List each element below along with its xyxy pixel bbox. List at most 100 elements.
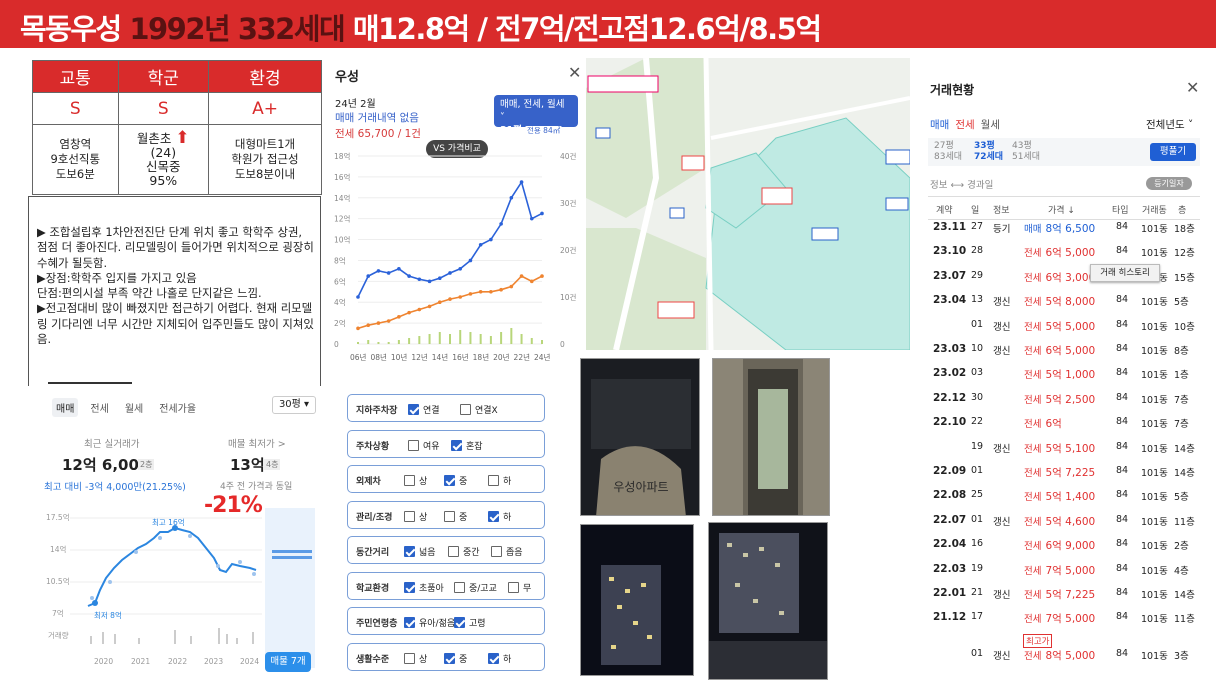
transaction-row[interactable]: 22.12 30 84 101동 7층 전세 5억 2,500 — [928, 387, 1200, 411]
tab-jeonse[interactable]: 전세 — [955, 117, 974, 132]
checklist-option[interactable]: 무 — [508, 581, 531, 594]
tab-sale[interactable]: 매매 — [52, 398, 79, 417]
checklist-option[interactable]: 상 — [404, 652, 427, 665]
transaction-row[interactable]: 21.12 17 84 101동 11층 전세 7억 5,000 — [928, 606, 1200, 630]
data-point — [417, 307, 422, 312]
checklist-option[interactable]: 초품아 — [404, 581, 444, 594]
note-line: 단점:편의시설 부족 약간 나홀로 단지같은 느낌. — [37, 286, 262, 301]
checkbox[interactable] — [508, 581, 519, 593]
transaction-row[interactable]: 22.04 16 84 101동 2층 전세 6억 9,000 — [928, 533, 1200, 557]
pyeong-option[interactable]: 43평 51세대 — [1012, 141, 1040, 163]
transactions-title: 거래현황 — [930, 83, 975, 97]
cell-dong: 101동 — [1141, 468, 1168, 479]
close-icon[interactable]: ✕ — [1186, 78, 1199, 97]
recent-price-label: 최근 실거래가 — [84, 439, 140, 450]
checkbox[interactable] — [408, 439, 419, 451]
trade-type-button[interactable]: 매매, 전세, 월세 ˅ 31평 전용 84㎡ — [494, 95, 578, 136]
checklist-option[interactable]: 중 — [444, 652, 467, 665]
checkbox[interactable] — [491, 546, 502, 557]
cell-floor: 18층 — [1174, 224, 1195, 235]
transaction-row[interactable]: 22.10 22 84 101동 7층 전세 6억 — [928, 411, 1200, 435]
checklist-option[interactable]: 중 — [444, 510, 467, 523]
checkbox[interactable] — [404, 475, 415, 486]
checked-checkbox[interactable] — [488, 510, 499, 522]
min-listing-link[interactable]: 매물 최저가 > — [228, 436, 286, 450]
checklist-option[interactable]: 연결X — [460, 403, 498, 416]
transaction-row[interactable]: 23.02 03 84 101동 1층 전세 5억 1,000 — [928, 362, 1200, 386]
checklist-option[interactable]: 상 — [404, 510, 427, 523]
pyeong-select[interactable]: 30평 ▾ — [272, 396, 316, 414]
transaction-row[interactable]: 22.03 19 84 101동 4층 전세 7억 5,000 — [928, 558, 1200, 582]
transaction-row[interactable]: 22.01 21 갱신 84 101동 14층 전세 5억 7,225 — [928, 582, 1200, 606]
checklist-label: 주민연령층 — [356, 619, 398, 629]
data-point — [397, 267, 401, 271]
cell-price: 전세 5억 5,100 — [1024, 441, 1095, 456]
transaction-row[interactable]: 23.10 28 84 101동 12층 전세 6억 5,000 — [928, 240, 1200, 264]
checked-checkbox[interactable] — [451, 439, 462, 451]
transaction-row[interactable]: 19 갱신 84 101동 14층 전세 5억 5,100 — [928, 436, 1200, 460]
y-label: 14억 — [50, 545, 66, 554]
checklist-option[interactable]: 혼잡 — [451, 439, 483, 452]
transaction-row[interactable]: 22.07 01 갱신 84 101동 11층 전세 5억 4,600 — [928, 509, 1200, 533]
close-icon[interactable]: ✕ — [568, 63, 581, 82]
checklist-option[interactable]: 하 — [488, 474, 511, 487]
transaction-row[interactable]: 23.04 13 갱신 84 101동 5층 전세 5억 8,000 — [928, 289, 1200, 313]
cell-floor: 3층 — [1174, 650, 1189, 662]
data-point — [540, 211, 544, 216]
checked-checkbox[interactable] — [444, 475, 455, 486]
transaction-row[interactable]: 22.09 01 84 101동 14층 전세 5억 7,225 — [928, 460, 1200, 484]
cell-floor: 7층 — [1174, 419, 1189, 431]
checked-checkbox[interactable] — [404, 581, 415, 593]
info-toggle[interactable]: 정보 ⟷ 경과일 — [930, 177, 993, 191]
checkbox[interactable] — [404, 510, 415, 522]
checklist-option[interactable]: 여유 — [408, 439, 440, 452]
checklist-option[interactable]: 상 — [404, 474, 427, 487]
checklist-option[interactable]: 연결 — [408, 403, 440, 416]
tab-jeonse-ratio[interactable]: 전세가율 — [155, 398, 200, 417]
checked-checkbox[interactable] — [404, 617, 415, 628]
transaction-row[interactable]: 01 갱신 84 101동 3층 전세 8억 5,000 — [928, 631, 1200, 662]
cell-dong: 101동 — [1141, 590, 1168, 601]
checked-checkbox[interactable] — [454, 617, 465, 628]
transaction-row[interactable]: 23.11 27 등기 84 101동 18층 매매 8억 6,500 — [928, 216, 1200, 240]
checkbox[interactable] — [444, 510, 455, 522]
listings-button[interactable]: 매물 7개 — [265, 652, 311, 672]
checklist-option[interactable]: 중 — [444, 474, 467, 487]
pyeong-option[interactable]: 27평 83세대 — [934, 141, 962, 163]
checked-checkbox[interactable] — [408, 404, 419, 415]
transaction-row[interactable]: 01 갱신 84 101동 10층 전세 5억 5,000 — [928, 314, 1200, 338]
cell-day: 16 — [971, 538, 984, 550]
checkbox[interactable] — [488, 475, 499, 486]
tab-monthly[interactable]: 월세 — [121, 398, 147, 417]
checkbox[interactable] — [448, 546, 459, 557]
checkbox[interactable] — [404, 652, 415, 664]
cell-day: 25 — [971, 489, 984, 501]
checklist-option[interactable]: 중간 — [448, 545, 480, 558]
checklist-option[interactable]: 넓음 — [404, 545, 436, 558]
checklist-option[interactable]: 중/고교 — [454, 581, 497, 594]
year-select[interactable]: 전체년도 ˅ — [1146, 117, 1193, 132]
transaction-row[interactable]: 23.03 10 갱신 84 101동 8층 전세 6억 5,000 — [928, 338, 1200, 362]
pyeong-option-selected[interactable]: 33평 72세대 — [974, 141, 1003, 163]
checklist-option[interactable]: 고령 — [454, 616, 486, 629]
checkbox[interactable] — [454, 581, 465, 593]
registration-date-badge[interactable]: 등기일자 — [1146, 177, 1192, 190]
cell-info: 갱신 — [993, 516, 1011, 528]
complex-map[interactable] — [586, 58, 910, 350]
checked-checkbox[interactable] — [404, 546, 415, 557]
tab-sale[interactable]: 매매 — [930, 117, 949, 132]
checklist-label: 관리/조경 — [356, 512, 393, 523]
tab-jeonse[interactable]: 전세 — [86, 398, 112, 417]
checkbox[interactable] — [460, 404, 471, 415]
tab-monthly[interactable]: 월세 — [981, 117, 1000, 132]
checklist-option[interactable]: 하 — [488, 652, 511, 665]
transaction-row[interactable]: 22.08 25 84 101동 5층 전세 5억 1,400 — [928, 484, 1200, 508]
checked-checkbox[interactable] — [488, 652, 499, 664]
pyeong-unfold-button[interactable]: 평풀기 — [1150, 143, 1196, 161]
checklist-option[interactable]: 유아/젊음 — [404, 616, 455, 629]
checklist-option[interactable]: 좁음 — [491, 545, 523, 558]
checked-checkbox[interactable] — [444, 652, 455, 664]
cell-floor: 14층 — [1174, 590, 1195, 601]
data-point — [437, 300, 442, 305]
checklist-option[interactable]: 하 — [488, 510, 511, 523]
